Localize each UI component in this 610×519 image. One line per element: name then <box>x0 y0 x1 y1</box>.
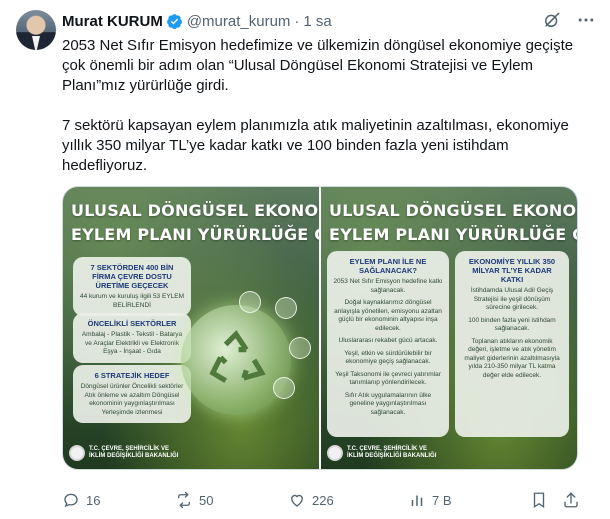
info-card-item: Sıfır Atık uygulamalarının ülke geneline… <box>344 391 432 416</box>
share-icon <box>564 492 578 508</box>
info-card-item: Toplanan atıkların ekonomik değeri, işle… <box>464 337 560 379</box>
image-heading-line-2: EYLEM PLANI YÜRÜRLÜĞE GİRDİ <box>329 225 577 244</box>
ministry-seal-icon <box>327 445 343 461</box>
action-bar: 16 50 226 7 B <box>62 490 598 510</box>
top-icons <box>542 10 596 30</box>
tweet: Murat KURUM @murat_kurum · 1 sa 2053 Net… <box>0 0 610 519</box>
info-card-benefits: EYLEM PLANI İLE NE SAĞLANACAK? 2053 Net … <box>327 251 449 437</box>
image-heading-line-1: ULUSAL DÖNGÜSEL EKONOMİ STRATEJİSİ VE <box>329 201 577 220</box>
image-heading: ULUSAL DÖNGÜSEL EKONOMİ STRATEJİSİ VE EY… <box>71 199 319 247</box>
info-card-goals: 6 STRATEJİK HEDEF Döngüsel ürünler Öncel… <box>73 365 191 423</box>
media-image-left[interactable]: ULUSAL DÖNGÜSEL EKONOMİ STRATEJİSİ VE EY… <box>63 187 319 469</box>
tweet-paragraph-2: 7 sektörü kapsayan eylem planımızla atık… <box>62 117 569 174</box>
author-name[interactable]: Murat KURUM <box>62 13 163 30</box>
reply-count: 16 <box>86 492 101 508</box>
views-count: 7 B <box>432 492 452 508</box>
post-time[interactable]: 1 sa <box>303 13 331 30</box>
repost-count: 50 <box>199 492 214 508</box>
ministry-name: T.C. ÇEVRE, ŞEHİRCİLİK VE İKLİM DEĞİŞİKL… <box>347 446 437 459</box>
heart-icon <box>291 494 303 507</box>
info-card-title: ÖNCELİKLİ SEKTÖRLER <box>87 319 177 328</box>
eco-bubble <box>273 377 295 399</box>
grok-icon[interactable] <box>542 10 562 30</box>
info-card-body: Döngüsel ürünler Öncelikli sektörler Atı… <box>80 383 184 416</box>
views-button[interactable]: 7 B <box>408 490 452 510</box>
ministry-logo: T.C. ÇEVRE, ŞEHİRCİLİK VE İKLİM DEĞİŞİKL… <box>327 445 437 461</box>
info-card-item: Doğal kaynaklarımız döngüsel anlayışla y… <box>334 299 442 332</box>
ministry-seal-icon <box>69 445 85 461</box>
ministry-logo: T.C. ÇEVRE, ŞEHİRCİLİK VE İKLİM DEĞİŞİKL… <box>69 445 179 461</box>
reply-button[interactable]: 16 <box>62 490 100 510</box>
recycle-icon <box>209 330 266 383</box>
like-count: 226 <box>312 492 334 508</box>
image-heading: ULUSAL DÖNGÜSEL EKONOMİ STRATEJİSİ VE EY… <box>329 199 577 247</box>
repost-icon <box>178 491 190 509</box>
more-icon[interactable] <box>576 10 596 30</box>
info-card-title: EYLEM PLANI İLE NE SAĞLANACAK? <box>349 257 427 275</box>
views-icon <box>411 495 423 506</box>
tweet-paragraph-1: 2053 Net Sıfır Emisyon hedefimize ve ülk… <box>62 37 574 94</box>
ministry-name: T.C. ÇEVRE, ŞEHİRCİLİK VE İKLİM DEĞİŞİKL… <box>89 446 179 459</box>
info-card-title: 7 SEKTÖRDEN 400 BİN FİRMA ÇEVRE DOSTU ÜR… <box>90 263 174 290</box>
reply-icon <box>64 493 78 508</box>
info-card-item: İstihdamda Ulusal Adil Geçiş Stratejisi … <box>470 287 554 311</box>
eco-bubble <box>289 337 311 359</box>
info-card-economy: EKONOMİYE YILLIK 350 MİLYAR TL’YE KADAR … <box>455 251 569 437</box>
bookmark-icon <box>533 492 545 509</box>
tweet-text: 2053 Net Sıfır Emisyon hedefimize ve ülk… <box>62 36 592 196</box>
image-heading-line-2: EYLEM PLANI YÜRÜRLÜĞE GİRDİ <box>71 225 319 244</box>
info-card-firms: 7 SEKTÖRDEN 400 BİN FİRMA ÇEVRE DOSTU ÜR… <box>73 257 191 316</box>
tweet-header: Murat KURUM @murat_kurum · 1 sa <box>62 11 332 31</box>
info-card-item: Uluslararası rekabet gücü artacak. <box>338 337 438 344</box>
like-button[interactable]: 226 <box>288 490 334 510</box>
image-heading-line-1: ULUSAL DÖNGÜSEL EKONOMİ STRATEJİSİ VE <box>71 201 319 220</box>
info-card-item: 2053 Net Sıfır Emisyon hedefine katkı sa… <box>333 278 443 294</box>
info-card-sectors: ÖNCELİKLİ SEKTÖRLER Ambalaj - Plastik - … <box>73 313 191 363</box>
avatar[interactable] <box>16 10 56 50</box>
separator-dot: · <box>294 12 300 30</box>
media-image-right[interactable]: ULUSAL DÖNGÜSEL EKONOMİ STRATEJİSİ VE EY… <box>321 187 577 469</box>
author-handle[interactable]: @murat_kurum <box>187 13 291 30</box>
bookmark-button[interactable] <box>530 490 548 510</box>
info-card-body: 44 kurum ve kuruluş ilgili 53 EYLEM BELİ… <box>79 293 185 309</box>
media-grid: ULUSAL DÖNGÜSEL EKONOMİ STRATEJİSİ VE EY… <box>62 186 578 470</box>
info-card-title: EKONOMİYE YILLIK 350 MİLYAR TL’YE KADAR … <box>468 257 556 284</box>
verified-badge-icon <box>166 13 182 29</box>
info-card-item: 100 binden fazla yeni istihdam sağlanaca… <box>468 316 556 333</box>
info-card-item: Yeşil Taksonomi ile çevreci yatırımlar t… <box>335 370 441 387</box>
share-button[interactable] <box>562 490 580 510</box>
eco-bubble <box>239 291 261 313</box>
info-card-item: Yeşil, etkin ve sürdürülebilir bir ekono… <box>344 349 432 366</box>
repost-button[interactable]: 50 <box>175 490 213 510</box>
eco-bubble <box>275 297 297 319</box>
info-card-title: 6 STRATEJİK HEDEF <box>94 371 170 380</box>
info-card-body: Ambalaj - Plastik - Tekstil - Batarya ve… <box>81 331 183 355</box>
